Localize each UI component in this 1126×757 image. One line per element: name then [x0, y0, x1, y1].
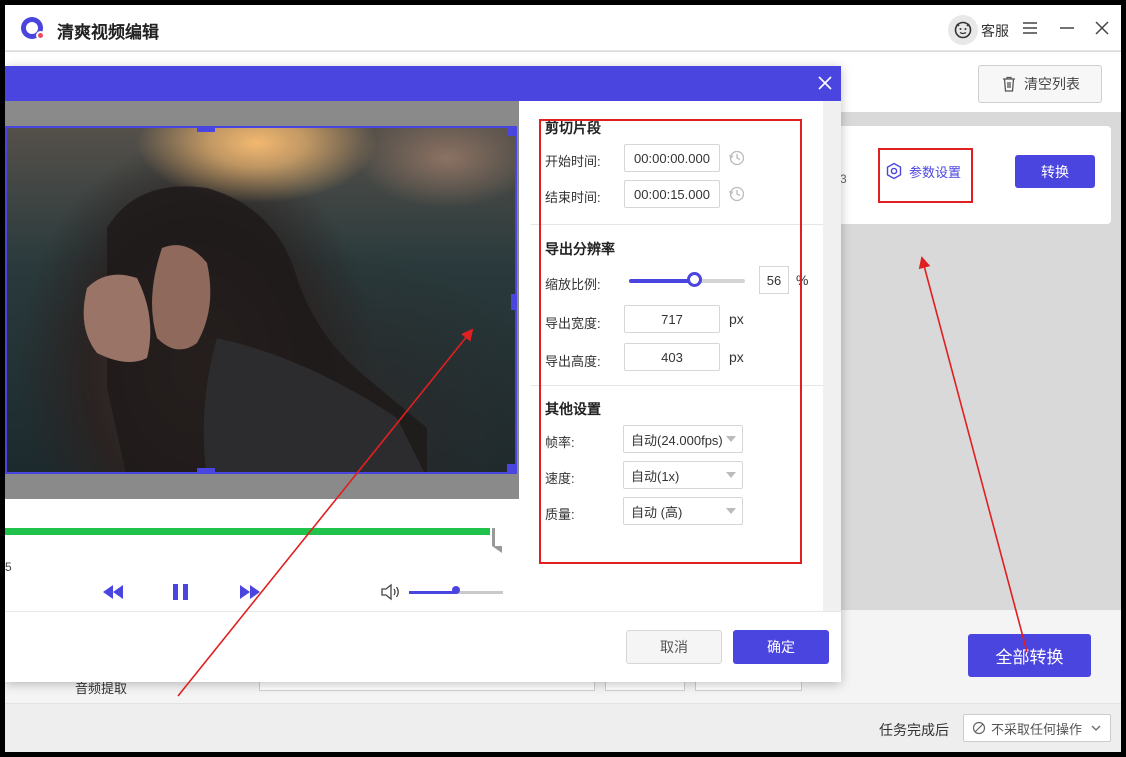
- crop-handle-top[interactable]: [197, 128, 215, 132]
- customer-service-icon[interactable]: [948, 15, 978, 45]
- clear-list-label: 清空列表: [1024, 76, 1080, 92]
- crop-handle-right[interactable]: [511, 294, 515, 310]
- progress-end-marker-icon[interactable]: [492, 528, 502, 553]
- trash-icon: [1003, 76, 1015, 92]
- dialog-divider: [5, 611, 841, 612]
- crop-handle-top-right[interactable]: [507, 128, 515, 136]
- rewind-icon[interactable]: [101, 582, 125, 602]
- confirm-button[interactable]: 确定: [733, 630, 829, 664]
- crop-handle-bottom-right[interactable]: [507, 464, 515, 472]
- cancel-button[interactable]: 取消: [626, 630, 722, 664]
- after-task-value: 不采取任何操作: [991, 721, 1083, 737]
- playback-time: 5: [5, 560, 12, 574]
- dialog-close-icon[interactable]: [816, 74, 834, 92]
- video-preview[interactable]: [5, 126, 517, 474]
- title-bar: 清爽视频编辑 客服: [5, 5, 1121, 51]
- after-task-select[interactable]: 不采取任何操作: [963, 714, 1111, 742]
- after-task-label: 任务完成后: [879, 722, 949, 738]
- fast-forward-icon[interactable]: [238, 582, 262, 602]
- menu-icon[interactable]: [1020, 18, 1040, 38]
- close-window-icon[interactable]: [1092, 18, 1112, 38]
- dialog-header: [5, 66, 841, 101]
- app-title: 清爽视频编辑: [57, 23, 159, 42]
- app-logo-icon: [21, 17, 45, 40]
- chevron-down-icon: [1091, 725, 1101, 731]
- volume-slider-knob[interactable]: [452, 586, 460, 594]
- convert-all-button[interactable]: 全部转换: [968, 634, 1091, 677]
- convert-button[interactable]: 转换: [1015, 155, 1095, 188]
- playback-progress-bar[interactable]: [5, 528, 490, 535]
- volume-icon[interactable]: [380, 583, 402, 601]
- video-preview-area: [5, 101, 519, 499]
- pause-icon[interactable]: [170, 582, 192, 602]
- settings-highlight-box: [539, 119, 802, 564]
- customer-service-label[interactable]: 客服: [981, 21, 1009, 41]
- file-info-text: 3: [840, 172, 847, 186]
- status-bar: [5, 703, 1121, 752]
- prohibited-icon: [972, 721, 986, 735]
- settings-scrollbar[interactable]: [823, 101, 841, 611]
- video-frame-image: [83, 186, 427, 472]
- param-settings-highlight-box: [878, 148, 973, 203]
- minimize-icon[interactable]: [1057, 18, 1077, 38]
- crop-handle-bottom[interactable]: [197, 468, 215, 472]
- clear-list-button[interactable]: 清空列表: [978, 65, 1102, 103]
